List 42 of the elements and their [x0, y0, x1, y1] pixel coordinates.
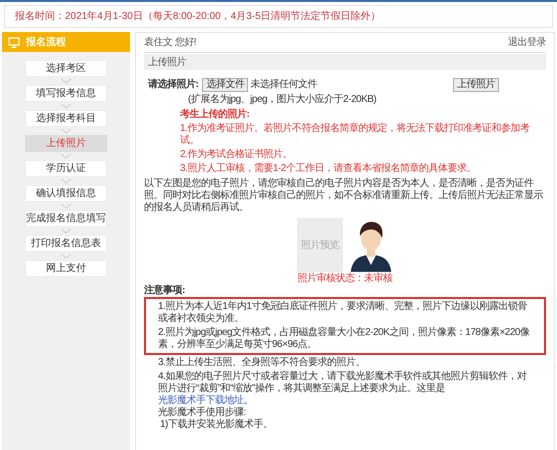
- chevron-down-icon: [60, 103, 72, 109]
- chevron-down-icon: [60, 178, 72, 184]
- steps-title: 光影魔术手使用步骤:: [158, 407, 247, 418]
- step-item[interactable]: 选择报考科目: [25, 110, 107, 127]
- section-title-bar: 上传照片: [144, 54, 546, 70]
- chevron-down-icon: [60, 153, 72, 159]
- upload-label: 请选择照片:: [148, 78, 198, 92]
- file-format-hint: (扩展名为jpg、jpeg，图片大小应介于2-20KB): [188, 94, 378, 106]
- chevron-down-icon: [60, 78, 72, 84]
- step-item[interactable]: 选择考区: [25, 60, 107, 77]
- notes-title: 注意事项:: [144, 285, 186, 297]
- choose-file-button[interactable]: 选择文件: [202, 78, 248, 92]
- greeting: 袁住文 您好!: [144, 36, 196, 50]
- requirements-title: 考生上传的照片:: [180, 109, 250, 121]
- step-item[interactable]: 填写报考信息: [25, 85, 107, 102]
- step-text: 1)下载并安装光影魔术手。: [160, 419, 274, 431]
- monitor-icon: [8, 36, 20, 48]
- step-item[interactable]: 学历认证: [25, 160, 107, 177]
- requirement-text: 1.作为准考证照片。若照片不符合报名简章的规定，将无法下载打印准考证和参加考试。: [180, 123, 531, 147]
- requirement-text: 2.作为考试合格证书照片。: [180, 149, 293, 161]
- chevron-down-icon: [60, 128, 72, 134]
- upload-photo-button[interactable]: 上传照片: [452, 78, 499, 92]
- registration-period-notice: 报名时间：2021年4月1-30日（每天8:00-20:00，4月3-5日清明节法定节假日除外）: [15, 10, 382, 24]
- download-link[interactable]: 光影魔术手下载地址: [158, 395, 244, 406]
- chevron-down-icon: [60, 203, 72, 209]
- step-item[interactable]: 完成报名信息填写: [25, 210, 107, 227]
- note-text: 3.禁止上传生活照、全身照等不符合要求的照片。: [158, 357, 366, 369]
- chevron-down-icon: [60, 228, 72, 234]
- note-text: 2.照片为jpg或jpeg文件格式，占用磁盘容量大小在2-20K之间，照片像素：178像素×220像素，分辨率至少满足每英寸96×96点。: [158, 327, 530, 351]
- review-status: 照片审核状态：未审核: [298, 273, 392, 285]
- sidebar-title: 报名流程: [26, 35, 66, 50]
- logout-link[interactable]: 退出登录: [508, 35, 546, 50]
- step-item[interactable]: 网上支付: [25, 260, 107, 277]
- file-status: 未选择任何文件: [250, 78, 317, 92]
- instructions-text: 以下左图是您的电子照片，请您审核自己的电子照片内容是否为本人，是否清晰，是否为证件照。同时对比右侧标准照片审核自己的照片，如不合标准请重新上传。上传后照片无法正常显示的报名人员请稍后再试。: [144, 178, 544, 214]
- preview-label: 照片预览: [301, 240, 339, 250]
- chevron-down-icon: [60, 253, 72, 259]
- step-item[interactable]: 确认填报信息: [25, 185, 107, 202]
- requirement-text: 3.照片人工审核，需要1-2个工作日，请查看本省报名简章的具体要求。: [180, 163, 477, 175]
- note-text: 4.如果您的电子照片尺寸或者容量过大，请下载光影魔术手软件或其他照片剪辑软件，对照片进行“裁剪”和“缩放”操作，将其调整至满足上述要求为止。这里是 光影魔术手下载地址。: [158, 371, 528, 406]
- step-item[interactable]: 打印报名信息表: [25, 235, 107, 252]
- note-text: 1.照片为本人近1年内1寸免冠白底证件照片，要求清晰、完整，照片下边缘以刚露出锁骨或者衬衣领尖为准。: [158, 301, 528, 325]
